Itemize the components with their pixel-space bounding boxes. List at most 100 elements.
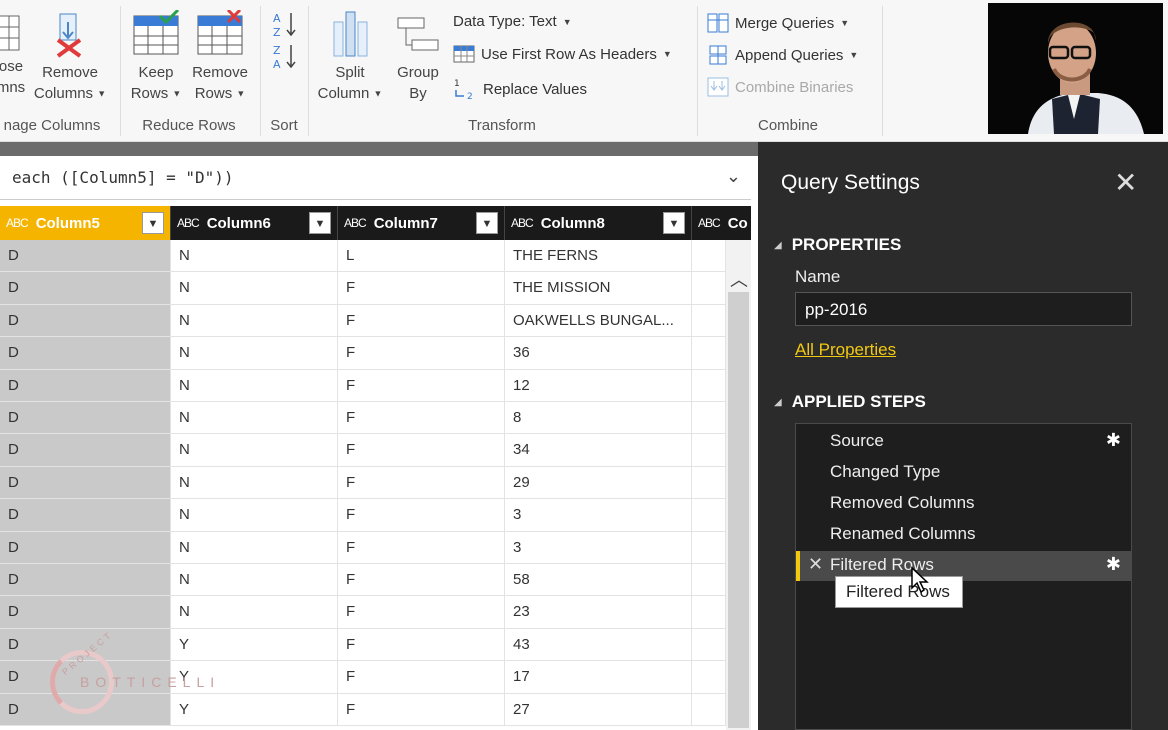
table-cell[interactable]: Y [171,693,338,725]
keep-rows-button[interactable]: Keep Rows ▼ [127,10,185,105]
table-cell[interactable] [692,628,726,661]
table-row[interactable]: D N F 12 [0,369,726,402]
table-cell[interactable]: 27 [505,693,692,725]
table-cell[interactable]: D [0,434,171,466]
table-cell[interactable]: N [171,596,338,628]
table-cell[interactable] [692,693,726,725]
dropdown-icon[interactable]: ▼ [309,212,331,234]
step-renamed-columns[interactable]: Renamed Columns [796,520,1131,550]
table-cell[interactable]: 23 [505,596,692,628]
table-cell[interactable]: N [171,304,338,337]
table-cell[interactable] [692,499,726,531]
table-row[interactable]: D N F 34 [0,434,726,467]
table-row[interactable]: DNF8 [0,402,726,435]
table-cell[interactable]: 58 [505,564,692,596]
table-cell[interactable]: N [171,531,338,563]
remove-columns-button[interactable]: Remove Columns ▼ [32,10,108,105]
table-cell[interactable]: F [338,564,505,596]
data-type-dropdown[interactable]: Data Type: Text ▼ [453,13,572,30]
table-cell[interactable]: 12 [505,369,692,401]
delete-step-icon[interactable]: ✕ [808,554,823,575]
table-cell[interactable]: F [338,304,505,337]
column-header-column8[interactable]: ABC Column8 ▼ [505,206,692,240]
scrollbar-thumb[interactable] [728,292,749,728]
remove-rows-button[interactable]: Remove Rows ▼ [188,10,252,105]
table-cell[interactable]: F [338,499,505,531]
table-cell[interactable]: F [338,402,505,434]
table-cell[interactable]: F [338,337,505,369]
table-cell[interactable] [692,272,726,304]
all-properties-link[interactable]: All Properties [795,340,896,360]
table-cell[interactable]: N [171,564,338,596]
table-row[interactable]: DNF3 [0,531,726,564]
table-cell[interactable]: OAKWELLS BUNGAL... [505,304,692,337]
table-cell[interactable]: D [0,499,171,531]
append-queries-dropdown[interactable]: Append Queries ▼ [707,45,858,65]
table-row[interactable]: D N F OAKWELLS BUNGAL... [0,304,726,338]
filter-icon[interactable]: ▼ [142,212,164,234]
table-cell[interactable]: D [0,369,171,401]
table-cell[interactable]: D [0,240,171,272]
table-row[interactable]: D N F 58 [0,564,726,597]
table-cell[interactable]: 36 [505,337,692,369]
table-cell[interactable]: 34 [505,434,692,466]
table-cell[interactable]: F [338,596,505,628]
table-cell[interactable]: D [0,466,171,499]
use-first-row-as-headers-button[interactable]: Use First Row As Headers ▼ [453,45,672,63]
table-cell[interactable]: F [338,628,505,661]
table-cell[interactable] [692,531,726,563]
table-cell[interactable]: THE FERNS [505,240,692,272]
table-cell[interactable] [692,434,726,466]
table-cell[interactable]: F [338,434,505,466]
sort-ascending-button[interactable]: A Z [272,10,300,39]
table-cell[interactable]: F [338,531,505,563]
gear-icon[interactable]: ✱ [1106,430,1121,451]
vertical-scrollbar[interactable]: ︿ [726,240,751,730]
table-cell[interactable] [692,337,726,369]
column-header-column5[interactable]: ABC Column5 ▼ [0,206,171,240]
table-cell[interactable]: N [171,434,338,466]
table-cell[interactable]: N [171,240,338,272]
close-icon[interactable]: ✕ [1114,166,1137,199]
applied-steps-heading[interactable]: ◢ APPLIED STEPS [774,392,926,412]
table-row[interactable]: DNF3 [0,499,726,532]
step-source[interactable]: Source ✱ [796,427,1131,457]
dropdown-icon[interactable]: ▼ [663,212,685,234]
table-cell[interactable] [692,240,726,272]
table-cell[interactable]: N [171,369,338,401]
table-row[interactable]: D N L THE FERNS [0,240,726,273]
query-name-input[interactable]: pp-2016 [795,292,1132,326]
column-header-column7[interactable]: ABC Column7 ▼ [338,206,505,240]
table-cell[interactable]: D [0,531,171,563]
table-row[interactable]: D N F 23 [0,596,726,629]
properties-heading[interactable]: ◢ PROPERTIES [774,235,901,255]
table-cell[interactable]: 43 [505,628,692,661]
table-row[interactable]: D N F 36 [0,337,726,370]
table-cell[interactable]: D [0,337,171,369]
step-removed-columns[interactable]: Removed Columns [796,489,1131,519]
table-cell[interactable]: D [0,564,171,596]
table-cell[interactable]: N [171,337,338,369]
table-cell[interactable]: F [338,369,505,401]
table-cell[interactable]: F [338,693,505,725]
table-cell[interactable]: 3 [505,531,692,563]
table-cell[interactable]: N [171,499,338,531]
table-cell[interactable]: D [0,596,171,628]
table-cell[interactable]: L [338,240,505,272]
table-cell[interactable] [692,564,726,596]
formula-bar[interactable]: each ([Column5] = "D")) ⌄ [0,156,751,200]
table-cell[interactable]: 29 [505,466,692,499]
dropdown-icon[interactable]: ▼ [476,212,498,234]
choose-columns-button[interactable]: ose mns [0,10,28,98]
group-by-button[interactable]: Group By [390,10,446,104]
table-cell[interactable]: N [171,402,338,434]
table-cell[interactable]: D [0,304,171,337]
split-column-button[interactable]: Split Column ▼ [312,10,388,105]
table-cell[interactable]: N [171,272,338,304]
merge-queries-dropdown[interactable]: Merge Queries ▼ [707,13,849,33]
table-row[interactable]: D N F 29 [0,466,726,500]
table-cell[interactable]: 8 [505,402,692,434]
table-row[interactable]: D N F THE MISSION [0,272,726,305]
replace-values-button[interactable]: 1 2 Replace Values [453,77,587,101]
table-cell[interactable]: 3 [505,499,692,531]
